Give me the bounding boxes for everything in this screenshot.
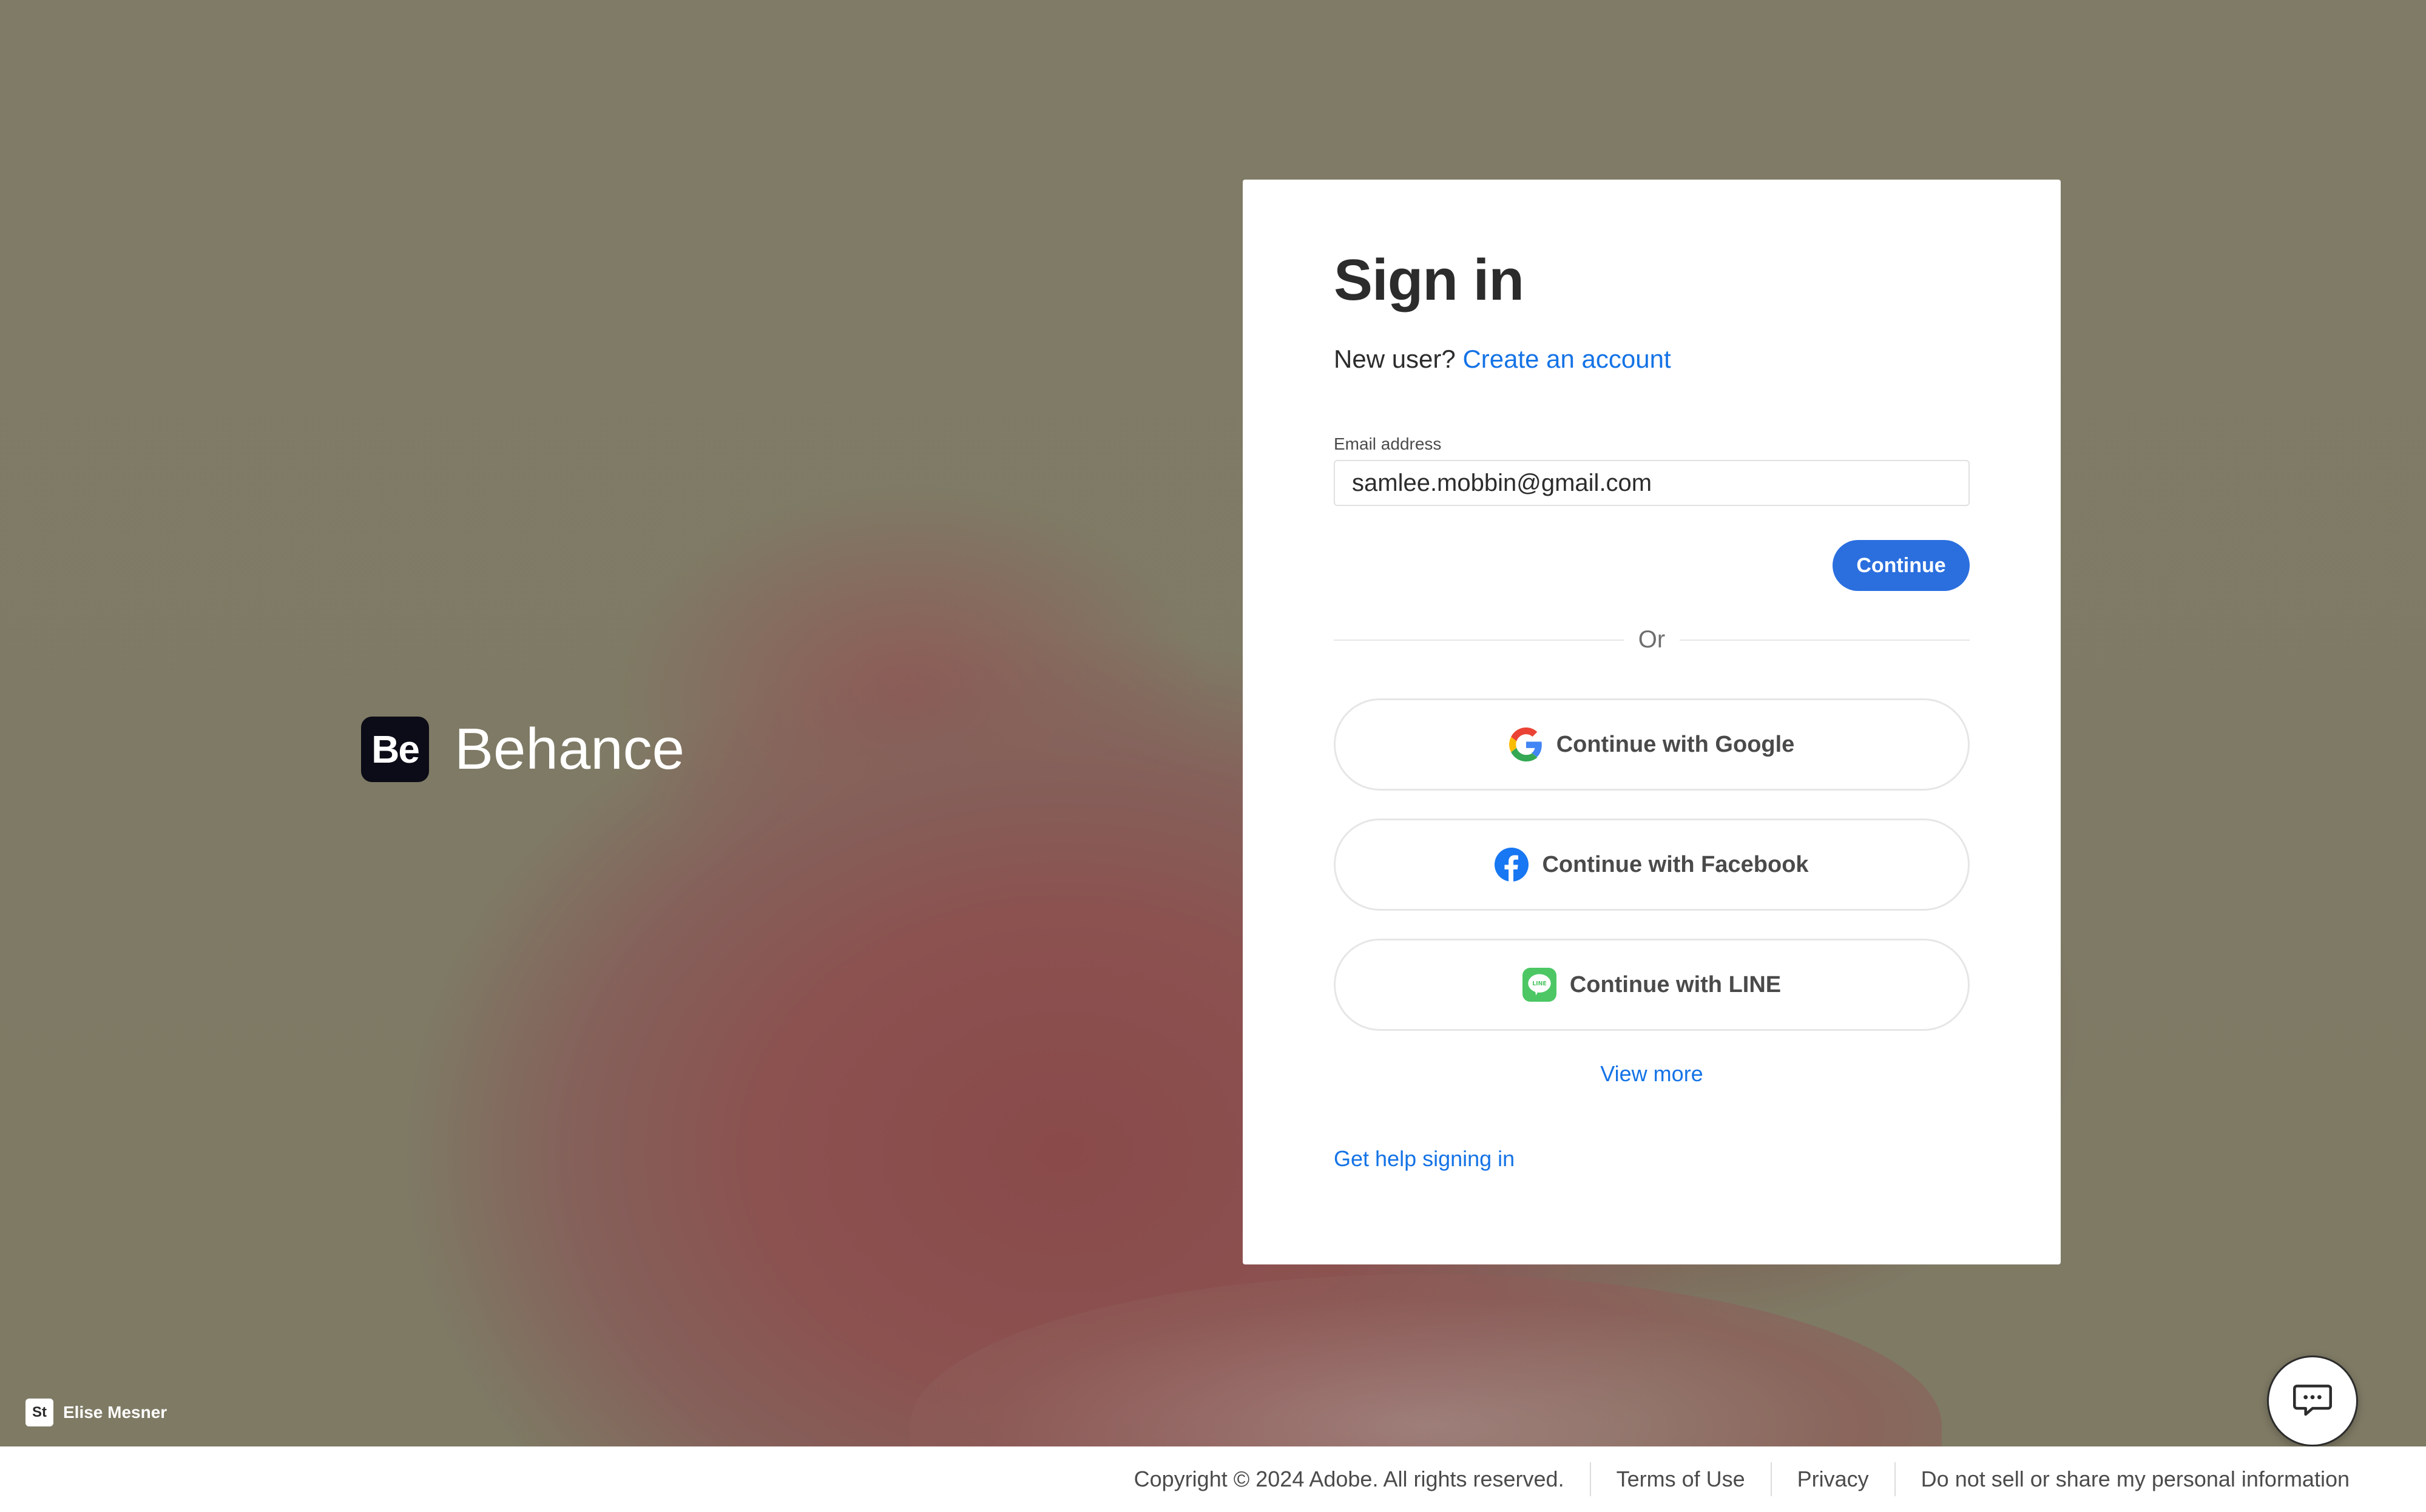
chat-bubble-icon — [2292, 1379, 2333, 1423]
line-icon: LINE — [1522, 968, 1556, 1002]
page: Be Behance St Elise Mesner Sign in New u… — [0, 0, 2426, 1512]
stock-icon: St — [25, 1399, 53, 1426]
divider-text: Or — [1638, 626, 1666, 653]
google-button-label: Continue with Google — [1556, 731, 1795, 757]
continue-button[interactable]: Continue — [1833, 540, 1970, 591]
footer-privacy-link[interactable]: Privacy — [1770, 1462, 1894, 1496]
google-icon — [1509, 727, 1543, 761]
signin-card: Sign in New user? Create an account Emai… — [1243, 180, 2061, 1264]
footer: Copyright © 2024 Adobe. All rights reser… — [0, 1446, 2426, 1512]
email-field[interactable] — [1334, 460, 1970, 506]
or-divider: Or — [1334, 626, 1970, 653]
footer-terms-link[interactable]: Terms of Use — [1589, 1462, 1771, 1496]
view-more-row: View more — [1334, 1061, 1970, 1087]
divider-line-right — [1680, 639, 1970, 641]
line-button-label: Continue with LINE — [1569, 971, 1782, 997]
photo-credit[interactable]: St Elise Mesner — [25, 1399, 167, 1426]
brand-name: Behance — [454, 717, 684, 781]
facebook-button-label: Continue with Facebook — [1542, 851, 1809, 877]
continue-with-google-button[interactable]: Continue with Google — [1334, 698, 1970, 791]
footer-do-not-sell-link[interactable]: Do not sell or share my personal informa… — [1894, 1462, 2375, 1496]
new-user-text: New user? — [1334, 345, 1456, 373]
photo-credit-name: Elise Mesner — [63, 1403, 167, 1422]
new-user-row: New user? Create an account — [1334, 345, 1970, 374]
view-more-link[interactable]: View more — [1600, 1061, 1703, 1086]
help-row: Get help signing in — [1334, 1146, 1970, 1172]
facebook-icon — [1495, 848, 1529, 882]
create-account-link[interactable]: Create an account — [1462, 345, 1671, 373]
continue-with-line-button[interactable]: LINE Continue with LINE — [1334, 939, 1970, 1031]
behance-brand: Be Behance — [361, 716, 684, 783]
continue-row: Continue — [1334, 540, 1970, 591]
footer-copyright: Copyright © 2024 Adobe. All rights reser… — [1134, 1466, 1564, 1491]
continue-with-facebook-button[interactable]: Continue with Facebook — [1334, 818, 1970, 911]
divider-line-left — [1334, 639, 1624, 641]
svg-text:LINE: LINE — [1532, 980, 1547, 987]
get-help-link[interactable]: Get help signing in — [1334, 1146, 1515, 1171]
behance-logo: Be — [361, 717, 429, 782]
page-title: Sign in — [1334, 248, 1524, 312]
chat-button[interactable] — [2267, 1355, 2358, 1446]
email-label: Email address — [1334, 434, 1442, 453]
